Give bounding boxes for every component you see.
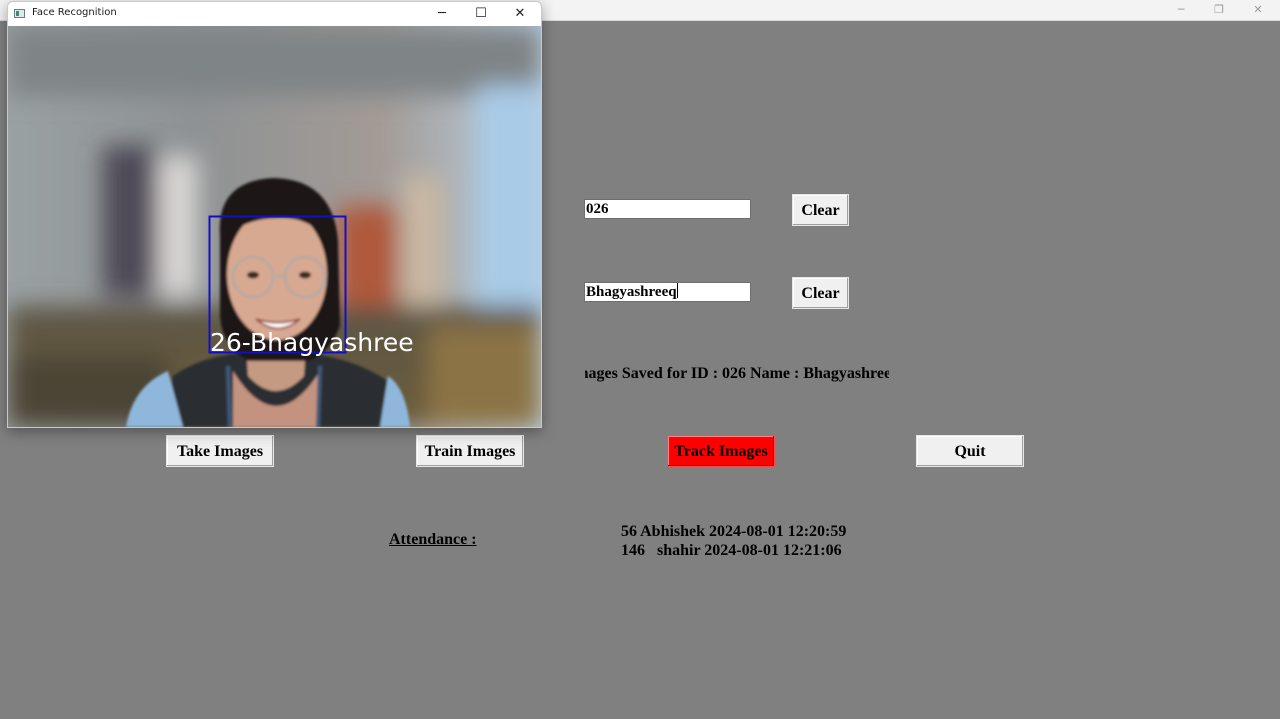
notification-area: Images Saved for ID : 026 Name : Bhagyas… (585, 364, 889, 386)
attendance-row: 146 shahir 2024-08-01 12:21:06 (621, 542, 842, 559)
face-detection-label: 26-Bhagyashree (210, 328, 414, 357)
notification-message: Images Saved for ID : 026 Name : Bhagyas… (585, 365, 889, 382)
clear-name-button[interactable]: Clear (792, 277, 849, 309)
id-entry-value: 026 (586, 201, 609, 217)
train-images-button[interactable]: Train Images (416, 435, 524, 467)
take-images-button[interactable]: Take Images (166, 435, 274, 467)
id-entry[interactable]: 026 (584, 199, 751, 219)
face-window-maximize-button[interactable]: ☐ (461, 2, 501, 26)
face-recognition-window: Face Recognition ─ ☐ ✕ 26-Bhagyashree (7, 1, 542, 428)
restore-button[interactable]: ❐ (1201, 1, 1237, 19)
text-caret (676, 283, 678, 298)
attendance-label: Attendance : (389, 531, 477, 548)
quit-button[interactable]: Quit (916, 435, 1024, 467)
name-entry[interactable]: Bhagyashreeq (584, 282, 751, 302)
face-window-minimize-button[interactable]: ─ (422, 2, 462, 26)
face-window-titlebar[interactable]: Face Recognition ─ ☐ ✕ (8, 2, 541, 26)
face-window-close-button[interactable]: ✕ (500, 2, 540, 26)
clear-id-button[interactable]: Clear (792, 194, 849, 226)
camera-feed: 26-Bhagyashree (8, 26, 541, 427)
close-button[interactable]: ✕ (1240, 1, 1276, 19)
camera-frame-image (8, 26, 541, 427)
attendance-row: 56 Abhishek 2024-08-01 12:20:59 (621, 523, 847, 540)
app-icon (14, 9, 25, 18)
name-entry-value: Bhagyashreeq (586, 284, 677, 300)
minimize-button[interactable]: ─ (1163, 1, 1199, 19)
attendance-list: 56 Abhishek 2024-08-01 12:20:59 146 shah… (621, 522, 921, 560)
track-images-button[interactable]: Track Images (667, 435, 775, 467)
face-window-title: Face Recognition (32, 7, 117, 18)
